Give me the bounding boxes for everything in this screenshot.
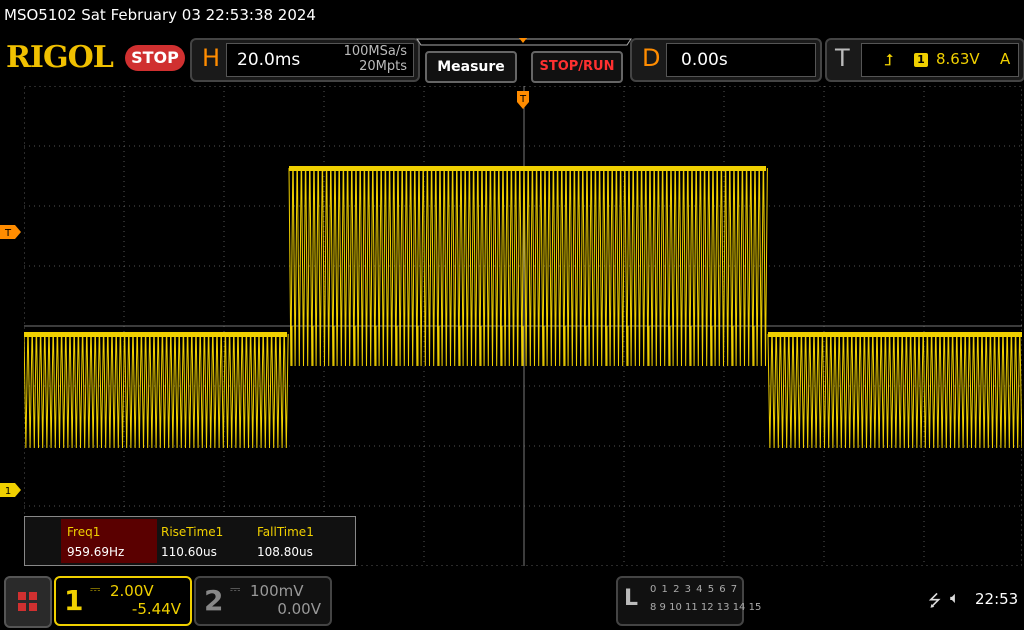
measurement-label: Freq1 [67,525,101,539]
measurement-panel[interactable]: Freq1 959.69Hz RiseTime1 110.60us FallTi… [24,516,356,566]
channel2-scale: 100mV [250,582,304,600]
trigger-position-marker[interactable]: T [516,90,530,110]
trigger-box: ⮥ 1 8.63V A [861,43,1019,77]
channel1-ground-marker-label: 1 [5,486,11,497]
waveform-display[interactable] [24,86,1022,566]
measurement-label: RiseTime1 [161,525,224,539]
measurement-label: FallTime1 [257,525,314,539]
waveform-peak-band [768,332,1022,337]
rising-edge-icon: ⮥ [884,50,894,69]
logic-analyzer-panel[interactable]: L 0 1 2 3 4 5 6 7 8 9 10 11 12 13 14 15 [616,576,761,626]
trigger-panel[interactable]: T ⮥ 1 8.63V A [825,38,1024,82]
trigger-position-marker-label: T [519,94,527,105]
delay-value: 0.00s [681,50,728,70]
waveform-trace [24,167,1022,449]
logic-channels-low: 0 1 2 3 4 5 6 7 [650,584,739,595]
channel2-offset: 0.00V [277,600,321,618]
horizontal-box: 20.0ms 100MSa/s 20Mpts [226,43,414,77]
memory-depth: 20Mpts [359,59,407,74]
horizontal-panel[interactable]: H 20.0ms 100MSa/s 20Mpts [190,38,420,82]
horizontal-label: H [202,44,221,72]
sample-rate: 100MSa/s [343,44,407,59]
usb-icon: ⭍ [928,591,942,610]
measurement-value: 110.60us [161,545,217,559]
delay-box: 0.00s [666,43,816,77]
waveform-glitch-trace [291,326,755,366]
trigger-source: 1 [914,53,928,67]
trigger-label: T [835,44,850,72]
channel1-scale: 2.00V [110,582,154,600]
channel2-number: 2 [204,584,224,617]
dc-coupling-icon: ⎓ [90,582,101,597]
trigger-mode: A [1000,50,1011,68]
delay-label: D [642,44,661,72]
channel2-panel[interactable]: 2 ⎓ 100mV 0.00V [194,576,332,626]
measure-button[interactable]: Measure [425,51,517,83]
logic-label: L [624,586,639,611]
trigger-level-marker[interactable]: T [0,225,22,239]
channel1-number: 1 [64,584,84,617]
speaker-mute-icon[interactable]: 🔈︎ [950,588,960,608]
measurement-value: 959.69Hz [67,545,125,559]
channel1-panel[interactable]: 1 ⎓ 2.00V -5.44V [54,576,192,626]
channel1-offset: -5.44V [131,600,181,618]
grid-menu-icon [18,592,37,611]
delay-panel[interactable]: D 0.00s [630,38,822,82]
trigger-level: 8.63V [936,50,980,68]
channel1-waveform [24,166,1022,449]
waveform-peak-band [24,332,287,337]
waveform-peak-band [289,166,766,171]
trigger-level-marker-label: T [4,228,12,239]
status-line: MSO5102 Sat February 03 22:53:38 2024 [4,6,316,24]
system-clock: 22:53 [975,590,1019,608]
timebase-value: 20.0ms [237,50,301,70]
logic-channels-high: 8 9 10 11 12 13 14 15 [650,602,762,613]
stop-run-button[interactable]: STOP/RUN [531,51,623,83]
trigger-position-ruler [416,38,632,46]
run-state-badge[interactable]: STOP [125,45,185,71]
dc-coupling-icon: ⎓ [230,582,241,597]
rigol-logo: RIGOL [6,40,114,75]
main-menu-button[interactable] [4,576,52,628]
measurement-value: 108.80us [257,545,313,559]
channel1-ground-marker[interactable]: 1 [0,483,22,497]
